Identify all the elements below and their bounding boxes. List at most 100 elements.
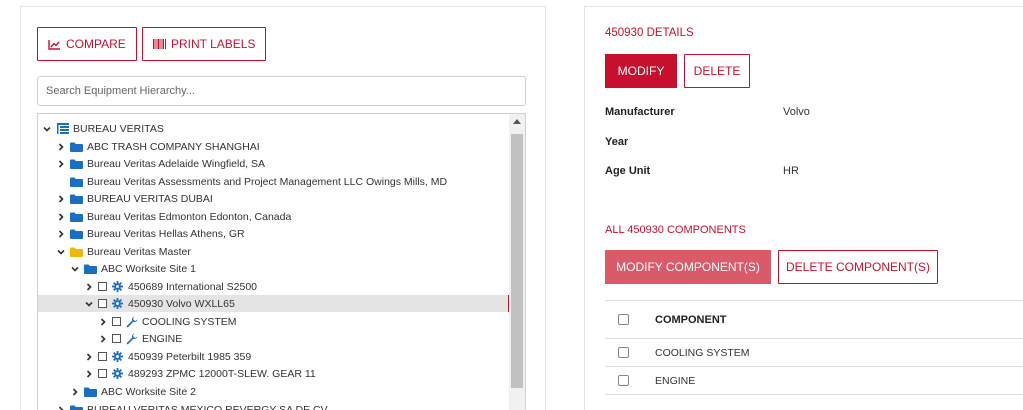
chevron-down-icon[interactable] [42, 124, 52, 134]
tree-item-label: ABC TRASH COMPANY SHANGHAI [87, 140, 260, 153]
folder-icon [70, 193, 83, 204]
components-table-header: COMPONENT [605, 301, 1023, 339]
age-unit-label: Age Unit [605, 165, 651, 177]
select-all-checkbox[interactable] [618, 314, 629, 325]
delete-components-button[interactable]: DELETE COMPONENT(S) [778, 250, 938, 284]
folder-icon [70, 211, 83, 222]
chevron-down-icon[interactable] [56, 247, 66, 257]
barcode-icon [153, 39, 166, 49]
scroll-up-icon[interactable] [513, 119, 521, 124]
chevron-right-icon[interactable] [84, 369, 94, 379]
table-row[interactable]: ENGINE [605, 367, 1023, 395]
table-row[interactable]: COOLING SYSTEM [605, 339, 1023, 367]
component-column-header: COMPONENT [655, 313, 727, 326]
tree-item[interactable]: BUREAU VERITAS MEXICO REVERGY SA DE CV [38, 401, 510, 410]
tree-checkbox[interactable] [112, 317, 121, 326]
tree-checkbox[interactable] [98, 369, 107, 378]
tree-item-label: Bureau Veritas Edmonton Edonton, Canada [87, 210, 292, 223]
chevron-right-icon[interactable] [70, 387, 80, 397]
chevron-right-icon[interactable] [56, 159, 66, 169]
tree-item[interactable]: Bureau Veritas Edmonton Edonton, Canada [38, 208, 510, 225]
tree-item[interactable]: BUREAU VERITAS DUBAI [38, 190, 510, 207]
folder-icon [70, 228, 83, 239]
chevron-right-icon[interactable] [98, 317, 108, 327]
age-unit-value: HR [783, 165, 799, 177]
chevron-down-icon[interactable] [70, 264, 80, 274]
gear-icon [111, 298, 124, 309]
chart-icon [48, 39, 61, 50]
tree-item[interactable]: Bureau Veritas Hellas Athens, GR [38, 225, 510, 242]
tree-checkbox[interactable] [112, 334, 121, 343]
tree-item[interactable]: Bureau Veritas Assessments and Project M… [38, 173, 510, 190]
details-title: 450930 DETAILS [605, 27, 694, 39]
modify-button[interactable]: MODIFY [605, 54, 677, 88]
print-labels-label: PRINT LABELS [171, 37, 256, 51]
gear-icon [111, 281, 124, 292]
delete-button[interactable]: DELETE [684, 54, 750, 88]
row-checkbox[interactable] [618, 375, 629, 386]
tree-item-label: 450939 Peterbilt 1985 359 [128, 350, 252, 363]
folder-icon [70, 158, 83, 169]
tree-item-label: 489293 ZPMC 12000T-SLEW. GEAR 11 [128, 367, 316, 380]
chevron-right-icon[interactable] [56, 194, 66, 204]
compare-label: COMPARE [66, 37, 126, 51]
tree-item-label: ABC Worksite Site 1 [101, 262, 196, 275]
tree-item[interactable]: COOLING SYSTEM [38, 313, 510, 330]
equipment-tree: BUREAU VERITAS ABC TRASH COMPANY SHANGHAI… [37, 113, 526, 410]
manufacturer-label: Manufacturer [605, 106, 675, 118]
manufacturer-value: Volvo [783, 106, 810, 118]
tree-item-label: ENGINE [142, 332, 183, 345]
tree-item[interactable]: ENGINE [38, 330, 510, 347]
chevron-right-icon[interactable] [56, 142, 66, 152]
tree-item-label: COOLING SYSTEM [142, 315, 237, 328]
tree-item[interactable]: 450930 Volvo WXLL65 [38, 295, 510, 312]
modify-components-button[interactable]: MODIFY COMPONENT(S) [605, 250, 771, 284]
app-root: COMPARE PRINT LABELS BUREAU VERITAS ABC T… [0, 0, 1023, 410]
tree-item-label: BUREAU VERITAS MEXICO REVERGY SA DE CV [87, 403, 328, 410]
folder-icon [70, 141, 83, 152]
row-checkbox[interactable] [618, 347, 629, 358]
component-name: COOLING SYSTEM [655, 346, 750, 359]
tree-item-label: BUREAU VERITAS DUBAI [87, 192, 213, 205]
tree-item[interactable]: 489293 ZPMC 12000T-SLEW. GEAR 11 [38, 365, 510, 382]
tree-scrollbar[interactable] [509, 114, 525, 410]
folder-icon [70, 404, 83, 410]
tree-item-label: Bureau Veritas Adelaide Wingfield, SA [87, 157, 266, 170]
chevron-right-icon[interactable] [56, 212, 66, 222]
chevron-right-icon[interactable] [84, 282, 94, 292]
gear-icon [111, 368, 124, 379]
chevron-down-icon[interactable] [84, 299, 94, 309]
tree-item[interactable]: Bureau Veritas Master [38, 243, 510, 260]
tree-item[interactable]: 450939 Peterbilt 1985 359 [38, 348, 510, 365]
wrench-icon [125, 316, 138, 327]
folder-open-icon [70, 246, 83, 257]
tree-item-label: Bureau Veritas Master [87, 245, 191, 258]
chevron-right-icon[interactable] [84, 352, 94, 362]
tree-item[interactable]: ABC Worksite Site 2 [38, 383, 510, 400]
year-label: Year [605, 136, 629, 148]
tree-checkbox[interactable] [98, 299, 107, 308]
search-input[interactable] [37, 76, 526, 106]
tree-checkbox[interactable] [98, 282, 107, 291]
tree-checkbox[interactable] [98, 352, 107, 361]
components-table: COMPONENT COOLING SYSTEM ENGINE [605, 300, 1023, 395]
tree-item[interactable]: ABC Worksite Site 1 [38, 260, 510, 277]
scroll-thumb[interactable] [511, 134, 523, 388]
chevron-right-icon[interactable] [56, 405, 66, 410]
compare-button[interactable]: COMPARE [37, 27, 137, 61]
tree-item[interactable]: ABC TRASH COMPANY SHANGHAI [38, 138, 510, 155]
details-panel: 450930 DETAILS MODIFY DELETE Manufacture… [584, 6, 1023, 410]
components-title: ALL 450930 COMPONENTS [605, 224, 746, 236]
tree-item[interactable]: 450689 International S2500 [38, 278, 510, 295]
chevron-right-icon[interactable] [56, 229, 66, 239]
folder-icon [70, 176, 83, 187]
tree-item[interactable]: BUREAU VERITAS [38, 120, 510, 137]
tree-item[interactable]: Bureau Veritas Adelaide Wingfield, SA [38, 155, 510, 172]
print-labels-button[interactable]: PRINT LABELS [142, 27, 267, 61]
wrench-icon [125, 333, 138, 344]
tree-item-label: ABC Worksite Site 2 [101, 385, 196, 398]
tree-item-label: Bureau Veritas Assessments and Project M… [87, 175, 448, 188]
chevron-right-icon[interactable] [98, 334, 108, 344]
equipment-hierarchy-panel: COMPARE PRINT LABELS BUREAU VERITAS ABC T… [20, 6, 546, 410]
